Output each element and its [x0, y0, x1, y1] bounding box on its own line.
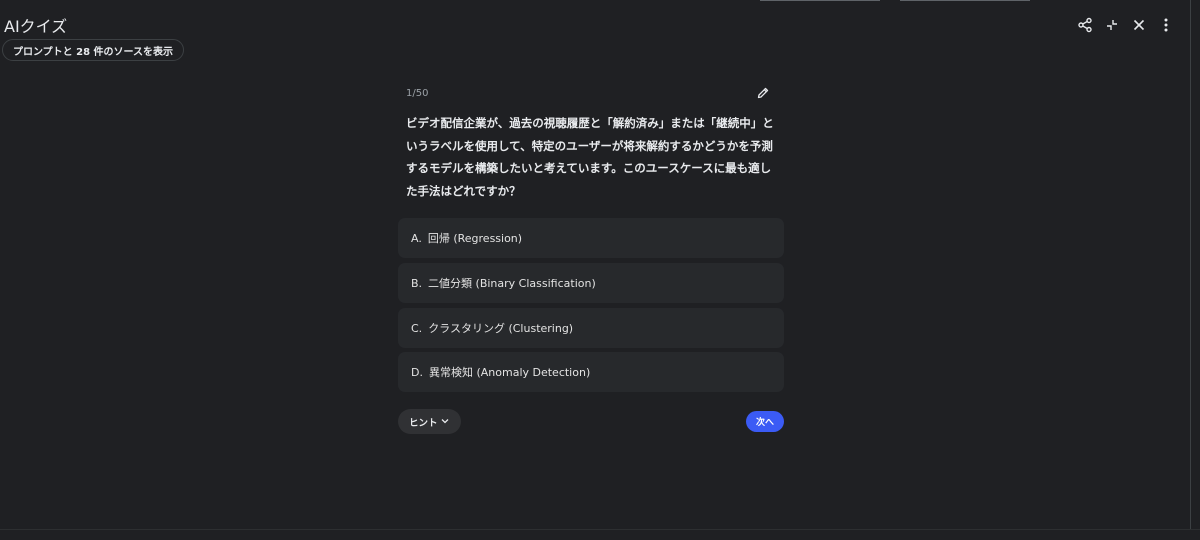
option-letter: B. — [411, 276, 423, 290]
window-edge — [760, 0, 880, 1]
chevron-down-icon — [441, 419, 449, 424]
divider — [0, 529, 1200, 530]
pencil-icon — [757, 87, 769, 99]
window-edge — [900, 0, 1030, 1]
more-options-button[interactable] — [1156, 15, 1176, 35]
option-text: 回帰 (Regression) — [427, 232, 523, 245]
share-button[interactable] — [1075, 15, 1095, 35]
option-letter: C. — [411, 321, 423, 335]
collapse-icon — [1107, 20, 1117, 30]
next-button[interactable]: 次へ — [746, 411, 784, 432]
more-vert-icon — [1164, 18, 1168, 32]
close-icon — [1133, 19, 1145, 31]
question-counter: 1/50 — [406, 88, 429, 99]
page-title: AIクイズ — [4, 17, 68, 36]
question-text: ビデオ配信企業が、過去の視聴履歴と「解約済み」または「継続中」というラベルを使用… — [406, 116, 774, 198]
option-text: クラスタリング (Clustering) — [428, 322, 574, 335]
edit-button[interactable] — [754, 84, 772, 102]
hint-label: ヒント — [409, 417, 438, 429]
scrollbar-track[interactable] — [1190, 0, 1191, 530]
answer-option-b[interactable]: B. 二値分類 (Binary Classification) — [398, 263, 784, 303]
collapse-button[interactable] — [1102, 15, 1122, 35]
quiz-page: AIクイズ プロンプトと 28 件のソースを表示 1/50 ビデオ配信企業が、過… — [0, 0, 1200, 540]
close-button[interactable] — [1129, 15, 1149, 35]
answer-option-a[interactable]: A. 回帰 (Regression) — [398, 218, 784, 258]
option-letter: D. — [411, 365, 423, 379]
answer-option-c[interactable]: C. クラスタリング (Clustering) — [398, 308, 784, 348]
hint-button[interactable]: ヒント — [398, 409, 461, 434]
show-sources-button[interactable]: プロンプトと 28 件のソースを表示 — [2, 39, 184, 61]
share-icon — [1078, 17, 1092, 33]
option-letter: A. — [411, 231, 422, 245]
option-text: 異常検知 (Anomaly Detection) — [428, 366, 591, 379]
option-text: 二値分類 (Binary Classification) — [428, 277, 596, 290]
answer-option-d[interactable]: D. 異常検知 (Anomaly Detection) — [398, 352, 784, 392]
